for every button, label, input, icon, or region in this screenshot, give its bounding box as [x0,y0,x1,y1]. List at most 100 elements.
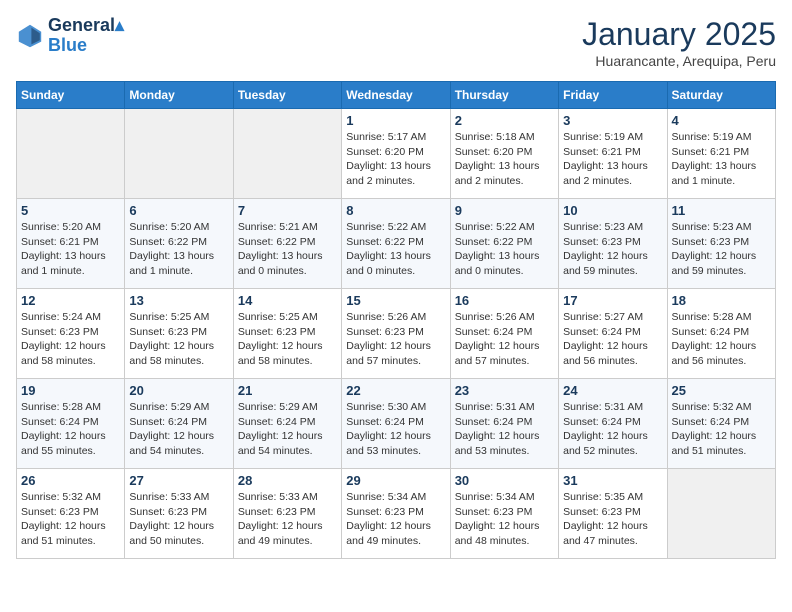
calendar-cell: 3 Sunrise: 5:19 AMSunset: 6:21 PMDaylight… [559,109,667,199]
day-info: Sunrise: 5:30 AMSunset: 6:24 PMDaylight:… [346,400,445,459]
calendar-cell: 26 Sunrise: 5:32 AMSunset: 6:23 PMDayligh… [17,469,125,559]
weekday-header: Sunday [17,82,125,109]
day-info: Sunrise: 5:35 AMSunset: 6:23 PMDaylight:… [563,490,662,549]
day-number: 16 [455,293,554,308]
weekday-header: Tuesday [233,82,341,109]
logo: General▴ Blue [16,16,124,56]
day-number: 15 [346,293,445,308]
weekday-header: Monday [125,82,233,109]
calendar-cell [667,469,775,559]
day-info: Sunrise: 5:28 AMSunset: 6:24 PMDaylight:… [21,400,120,459]
day-info: Sunrise: 5:29 AMSunset: 6:24 PMDaylight:… [129,400,228,459]
calendar-cell: 21Sunrise: 5:29 AMSunset: 6:24 PMDayligh… [233,379,341,469]
day-number: 6 [129,203,228,218]
day-number: 20 [129,383,228,398]
day-info: Sunrise: 5:22 AMSunset: 6:22 PMDaylight:… [455,220,554,279]
page-header: General▴ Blue January 2025 Huarancante, … [16,16,776,69]
logo-icon [16,22,44,50]
day-number: 1 [346,113,445,128]
day-number: 23 [455,383,554,398]
day-number: 30 [455,473,554,488]
calendar-cell: 8 Sunrise: 5:22 AMSunset: 6:22 PMDaylight… [342,199,450,289]
day-number: 7 [238,203,337,218]
day-number: 8 [346,203,445,218]
calendar-cell: 5 Sunrise: 5:20 AMSunset: 6:21 PMDaylight… [17,199,125,289]
calendar-cell: 7 Sunrise: 5:21 AMSunset: 6:22 PMDaylight… [233,199,341,289]
location-subtitle: Huarancante, Arequipa, Peru [582,53,776,69]
day-info: Sunrise: 5:26 AMSunset: 6:24 PMDaylight:… [455,310,554,369]
day-number: 10 [563,203,662,218]
day-number: 27 [129,473,228,488]
calendar-cell: 6 Sunrise: 5:20 AMSunset: 6:22 PMDaylight… [125,199,233,289]
day-info: Sunrise: 5:31 AMSunset: 6:24 PMDaylight:… [455,400,554,459]
day-info: Sunrise: 5:17 AMSunset: 6:20 PMDaylight:… [346,130,445,189]
calendar-cell: 19 Sunrise: 5:28 AMSunset: 6:24 PMDayligh… [17,379,125,469]
calendar-cell [17,109,125,199]
day-info: Sunrise: 5:19 AMSunset: 6:21 PMDaylight:… [563,130,662,189]
logo-text: General▴ Blue [48,16,124,56]
calendar-table: SundayMondayTuesdayWednesdayThursdayFrid… [16,81,776,559]
calendar-cell: 28 Sunrise: 5:33 AMSunset: 6:23 PMDayligh… [233,469,341,559]
calendar-cell: 16 Sunrise: 5:26 AMSunset: 6:24 PMDayligh… [450,289,558,379]
day-number: 29 [346,473,445,488]
day-info: Sunrise: 5:23 AMSunset: 6:23 PMDaylight:… [672,220,771,279]
day-info: Sunrise: 5:23 AMSunset: 6:23 PMDaylight:… [563,220,662,279]
day-info: Sunrise: 5:33 AMSunset: 6:23 PMDaylight:… [238,490,337,549]
day-info: Sunrise: 5:34 AMSunset: 6:23 PMDaylight:… [455,490,554,549]
day-info: Sunrise: 5:20 AMSunset: 6:22 PMDaylight:… [129,220,228,279]
day-info: Sunrise: 5:21 AMSunset: 6:22 PMDaylight:… [238,220,337,279]
day-number: 13 [129,293,228,308]
title-area: January 2025 Huarancante, Arequipa, Peru [582,16,776,69]
calendar-cell: 4Sunrise: 5:19 AMSunset: 6:21 PMDaylight… [667,109,775,199]
calendar-cell: 17Sunrise: 5:27 AMSunset: 6:24 PMDayligh… [559,289,667,379]
day-number: 19 [21,383,120,398]
month-title: January 2025 [582,16,776,53]
calendar-header: SundayMondayTuesdayWednesdayThursdayFrid… [17,82,776,109]
calendar-cell: 24 Sunrise: 5:31 AMSunset: 6:24 PMDayligh… [559,379,667,469]
calendar-cell: 30 Sunrise: 5:34 AMSunset: 6:23 PMDayligh… [450,469,558,559]
day-number: 24 [563,383,662,398]
day-number: 21 [238,383,337,398]
day-info: Sunrise: 5:20 AMSunset: 6:21 PMDaylight:… [21,220,120,279]
day-info: Sunrise: 5:24 AMSunset: 6:23 PMDaylight:… [21,310,120,369]
calendar-cell: 10 Sunrise: 5:23 AMSunset: 6:23 PMDayligh… [559,199,667,289]
weekday-header: Saturday [667,82,775,109]
calendar-cell: 13 Sunrise: 5:25 AMSunset: 6:23 PMDayligh… [125,289,233,379]
day-info: Sunrise: 5:34 AMSunset: 6:23 PMDaylight:… [346,490,445,549]
day-number: 2 [455,113,554,128]
calendar-cell: 9Sunrise: 5:22 AMSunset: 6:22 PMDaylight… [450,199,558,289]
day-number: 18 [672,293,771,308]
day-info: Sunrise: 5:33 AMSunset: 6:23 PMDaylight:… [129,490,228,549]
day-number: 17 [563,293,662,308]
weekday-header: Friday [559,82,667,109]
weekday-header: Wednesday [342,82,450,109]
calendar-cell [233,109,341,199]
day-number: 5 [21,203,120,218]
day-info: Sunrise: 5:26 AMSunset: 6:23 PMDaylight:… [346,310,445,369]
day-number: 22 [346,383,445,398]
calendar-cell: 23 Sunrise: 5:31 AMSunset: 6:24 PMDayligh… [450,379,558,469]
calendar-cell: 22 Sunrise: 5:30 AMSunset: 6:24 PMDayligh… [342,379,450,469]
calendar-cell: 2Sunrise: 5:18 AMSunset: 6:20 PMDaylight… [450,109,558,199]
calendar-cell: 29 Sunrise: 5:34 AMSunset: 6:23 PMDayligh… [342,469,450,559]
day-number: 11 [672,203,771,218]
day-info: Sunrise: 5:25 AMSunset: 6:23 PMDaylight:… [129,310,228,369]
calendar-cell: 15 Sunrise: 5:26 AMSunset: 6:23 PMDayligh… [342,289,450,379]
day-number: 28 [238,473,337,488]
calendar-cell: 27 Sunrise: 5:33 AMSunset: 6:23 PMDayligh… [125,469,233,559]
day-number: 14 [238,293,337,308]
day-number: 25 [672,383,771,398]
calendar-cell: 31 Sunrise: 5:35 AMSunset: 6:23 PMDayligh… [559,469,667,559]
day-number: 4 [672,113,771,128]
day-number: 3 [563,113,662,128]
day-info: Sunrise: 5:22 AMSunset: 6:22 PMDaylight:… [346,220,445,279]
calendar-cell: 20 Sunrise: 5:29 AMSunset: 6:24 PMDayligh… [125,379,233,469]
calendar-cell: 12Sunrise: 5:24 AMSunset: 6:23 PMDayligh… [17,289,125,379]
day-info: Sunrise: 5:31 AMSunset: 6:24 PMDaylight:… [563,400,662,459]
calendar-cell: 25Sunrise: 5:32 AMSunset: 6:24 PMDayligh… [667,379,775,469]
day-number: 26 [21,473,120,488]
day-info: Sunrise: 5:32 AMSunset: 6:23 PMDaylight:… [21,490,120,549]
calendar-cell: 14 Sunrise: 5:25 AMSunset: 6:23 PMDayligh… [233,289,341,379]
day-info: Sunrise: 5:25 AMSunset: 6:23 PMDaylight:… [238,310,337,369]
day-number: 31 [563,473,662,488]
